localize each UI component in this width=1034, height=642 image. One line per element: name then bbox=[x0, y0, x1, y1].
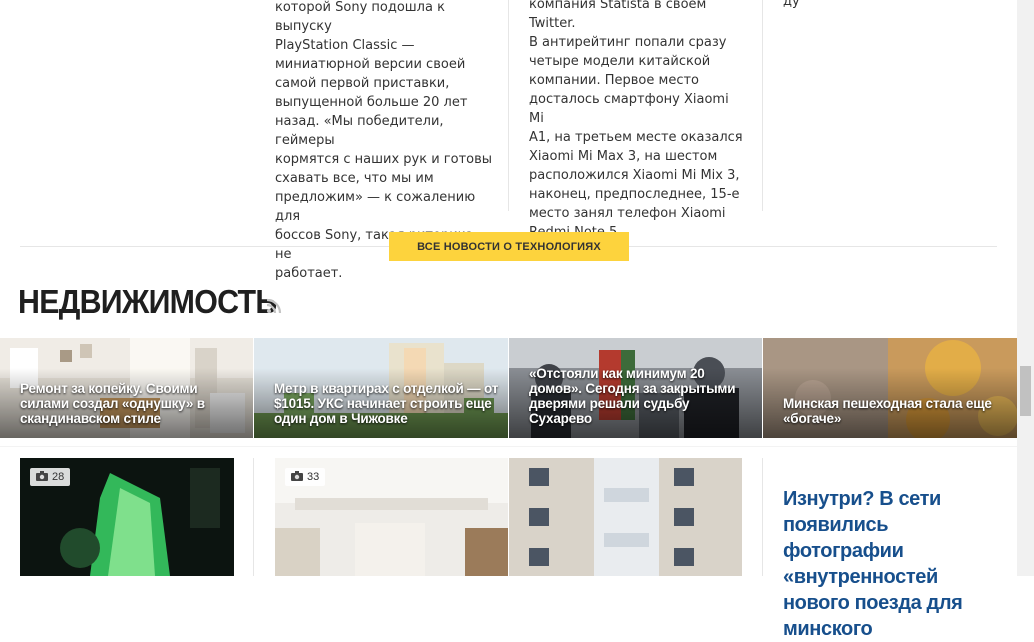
camera-icon bbox=[36, 470, 48, 484]
article-headline-link[interactable]: Изнутри? В сети появились фотографии «вн… bbox=[783, 486, 1003, 642]
tile-caption: Метр в квартирах с отделкой — от $1015. … bbox=[274, 381, 499, 426]
text-line: досталось смартфону Xiaomi Mi bbox=[529, 92, 729, 126]
text-line: компании. Первое место bbox=[529, 73, 699, 88]
text-line: PlayStation Classic — bbox=[275, 38, 415, 53]
text-line: компания Statista в своем Twitter. bbox=[529, 0, 707, 31]
text-line: которой Sony подошла к выпуску bbox=[275, 0, 445, 34]
text-line: работает. bbox=[275, 266, 343, 281]
news-tile[interactable]: «Отстояли как минимум 20 домов». Сегодня… bbox=[509, 338, 762, 438]
text-line: A1, на третьем месте оказался bbox=[529, 130, 743, 145]
text-line: Xiaomi Mi Max 3, на шестом bbox=[529, 149, 718, 164]
all-tech-news-button[interactable]: ВСЕ НОВОСТИ О ТЕХНОЛОГИЯХ bbox=[389, 232, 629, 261]
text-line: кормятся с наших рук и готовы bbox=[275, 152, 493, 167]
text-line: выпущенной больше 20 лет bbox=[275, 95, 468, 110]
text-line: предложим» — к сожалению для bbox=[275, 190, 476, 224]
column-divider bbox=[508, 0, 509, 211]
rss-icon[interactable] bbox=[266, 298, 282, 314]
card-photo bbox=[509, 458, 742, 576]
tile-caption: Ремонт за копейку. Своими силами создал … bbox=[20, 381, 205, 426]
news-tile[interactable]: Метр в квартирах с отделкой — от $1015. … bbox=[254, 338, 508, 438]
text-line: место занял телефон Xiaomi bbox=[529, 206, 726, 221]
text-line: схавать все, что мы им bbox=[275, 171, 434, 186]
page-scrollbar[interactable] bbox=[1017, 0, 1034, 576]
news-card-photo[interactable] bbox=[509, 458, 742, 576]
column-divider bbox=[762, 0, 763, 211]
tile-caption: «Отстояли как минимум 20 домов». Сегодня… bbox=[529, 366, 736, 426]
text-line: наконец, предпоследнее, 15-е bbox=[529, 187, 740, 202]
tile-caption: Минская пешеходная стала еще «богаче» bbox=[783, 396, 992, 426]
photo-count-badge: 28 bbox=[30, 468, 71, 486]
column-divider bbox=[762, 458, 763, 576]
gallery-card[interactable]: 28 bbox=[20, 458, 234, 576]
news-tile[interactable]: Ремонт за копейку. Своими силами создал … bbox=[0, 338, 253, 438]
text-line: расположился Xiaomi Mi Mix 3, bbox=[529, 168, 740, 183]
news-tile[interactable]: Минская пешеходная стала еще «богаче» bbox=[763, 338, 1017, 438]
camera-icon bbox=[291, 470, 303, 484]
text-line: самой первой приставки, bbox=[275, 76, 450, 91]
text-line: назад. «Мы победители, геймеры bbox=[275, 114, 444, 148]
column-divider bbox=[253, 458, 254, 576]
text-line: В антирейтинг попали сразу bbox=[529, 35, 727, 50]
section-divider bbox=[0, 446, 1017, 447]
gallery-card[interactable]: 33 bbox=[275, 458, 508, 576]
tech-article-text-2: компания Statista в своем Twitter. В анти… bbox=[529, 0, 747, 242]
tech-article-text-3-fragment: ду bbox=[783, 0, 800, 9]
section-title[interactable]: НЕДВИЖИМОСТЬ bbox=[18, 283, 277, 321]
text-line: четыре модели китайской bbox=[529, 54, 711, 69]
text-line: миниатюрной версии своей bbox=[275, 57, 466, 72]
tech-article-text-3: ду bbox=[783, 0, 1003, 11]
photo-count-badge: 33 bbox=[285, 468, 326, 486]
photo-count: 33 bbox=[307, 471, 320, 483]
scrollbar-thumb[interactable] bbox=[1020, 366, 1031, 416]
photo-count: 28 bbox=[52, 471, 65, 483]
